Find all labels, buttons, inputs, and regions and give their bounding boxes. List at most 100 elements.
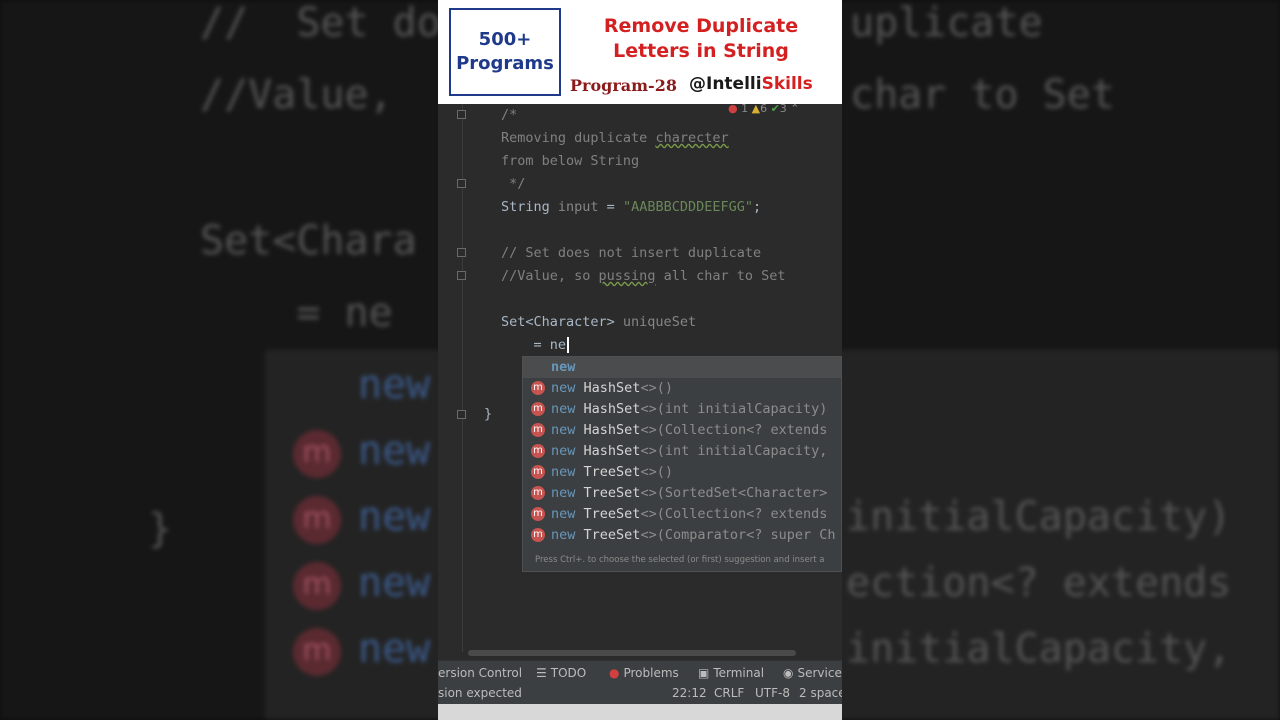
chevron-up-icon[interactable]: ⌃ — [790, 102, 799, 115]
code-line: } — [484, 406, 493, 422]
line-separator[interactable]: CRLF — [714, 686, 744, 700]
completion-item[interactable]: m new HashSet<>() — [523, 378, 841, 399]
code-string: "AABBBCDDDEEFGG" — [622, 199, 753, 215]
completion-params: <>(SortedSet<Character> — [640, 485, 828, 501]
completion-keyword: new — [551, 527, 576, 543]
fold-toggle-icon[interactable] — [457, 179, 466, 188]
tab-services[interactable]: ◉Services — [783, 666, 842, 680]
code-completion-popup[interactable]: new m new HashSet<>() m new HashSet<>(int … — [522, 356, 842, 572]
background-code-line: //Value, — [200, 72, 393, 118]
method-icon: m — [531, 423, 545, 437]
code-line: // Set does not insert duplicate — [501, 245, 762, 261]
title-banner: 500+ Programs Remove Duplicate Letters i… — [438, 0, 842, 104]
typo-word: charecter — [655, 130, 729, 146]
completion-item[interactable]: m new HashSet<>(Collection<? extends — [523, 420, 841, 441]
completion-params: <>(Collection<? extends — [640, 422, 828, 438]
completion-keyword: new — [551, 359, 576, 375]
fold-toggle-icon[interactable] — [457, 248, 466, 257]
code-line-active[interactable]: = ne — [501, 334, 570, 357]
code-semicolon: ; — [752, 199, 762, 215]
background-code-line: Set<Chara — [200, 218, 417, 264]
completion-item[interactable]: m new TreeSet<>(SortedSet<Character> — [523, 483, 841, 504]
background-keyword: new — [358, 428, 431, 474]
completion-keyword: new — [551, 506, 576, 522]
tab-version-control[interactable]: ersion Control — [438, 666, 522, 680]
code-line: String input = "AABBBCDDDEEFGG"; — [501, 196, 761, 219]
completion-item[interactable]: m new HashSet<>(int initialCapacity) — [523, 399, 841, 420]
background-keyword: new — [358, 560, 431, 606]
background-keyword: new — [358, 626, 431, 672]
code-type: String — [501, 199, 558, 215]
code-line: /* — [501, 107, 518, 123]
error-icon: ● — [728, 102, 738, 115]
weak-warning-count: 3 — [779, 102, 787, 115]
method-icon: m — [531, 465, 545, 479]
method-icon: m — [531, 444, 545, 458]
banner-title: Remove Duplicate Letters in String — [572, 14, 830, 64]
code-line: Removing duplicate charecter — [501, 127, 729, 150]
completion-params: <>(int initialCapacity) — [640, 401, 828, 417]
method-icon: m — [531, 381, 545, 395]
horizontal-scrollbar[interactable] — [468, 650, 796, 656]
completion-item[interactable]: new — [523, 357, 841, 378]
background-code-line: uplicate — [850, 0, 1043, 46]
typo-word: pussing — [598, 268, 656, 284]
completion-keyword: new — [551, 485, 576, 501]
check-icon: ✔ — [770, 102, 780, 115]
background-code-line: initialCapacity, — [846, 626, 1232, 672]
badge-label: Programs — [456, 53, 554, 74]
inspection-widget[interactable]: ● 1 ▲6 ✔3 ⌃ — [728, 102, 800, 115]
status-bar: sion expected 22:12 CRLF UTF-8 2 space — [438, 684, 842, 704]
completion-class: HashSet — [583, 380, 641, 396]
handle-prefix: @Intelli — [689, 74, 762, 94]
file-encoding[interactable]: UTF-8 — [755, 686, 790, 700]
completion-class: HashSet — [583, 443, 641, 459]
fold-toggle-icon[interactable] — [457, 410, 466, 419]
completion-class: TreeSet — [583, 506, 641, 522]
code-type: Set<Character> — [501, 314, 623, 330]
text-caret — [567, 337, 570, 353]
error-icon: ● — [609, 666, 620, 680]
background-method-icon: m — [293, 496, 341, 544]
code-line: */ — [501, 176, 526, 192]
completion-item[interactable]: m new TreeSet<>(Collection<? extends — [523, 504, 841, 525]
completion-keyword: new — [551, 401, 576, 417]
background-keyword: new — [358, 494, 431, 540]
background-method-icon: m — [293, 430, 341, 478]
bottom-strip — [438, 704, 842, 720]
background-brace: } — [148, 506, 173, 552]
indent-setting[interactable]: 2 space — [799, 686, 842, 700]
warning-count: 6 — [760, 102, 768, 115]
completion-keyword: new — [551, 443, 576, 459]
method-icon: m — [531, 402, 545, 416]
fold-toggle-icon[interactable] — [457, 271, 466, 280]
completion-params: <>() — [640, 464, 673, 480]
background-code-line: = ne — [200, 290, 393, 336]
background-code-line: // Set do — [200, 0, 441, 46]
caret-position[interactable]: 22:12 — [672, 686, 707, 700]
list-icon: ☰ — [536, 666, 547, 680]
code-text: all char to Set — [655, 268, 786, 284]
background-code-line: ection<? extends — [846, 560, 1232, 606]
tab-todo[interactable]: ☰ TODO — [536, 666, 586, 680]
code-text: = ne — [501, 337, 567, 353]
code-operator: = — [598, 199, 623, 215]
fold-toggle-icon[interactable] — [457, 110, 466, 119]
tab-label: TODO — [550, 666, 587, 680]
completion-params: <>() — [640, 380, 673, 396]
completion-class: TreeSet — [583, 527, 641, 543]
error-count: 1 — [741, 102, 749, 115]
programs-badge: 500+ Programs — [449, 8, 561, 96]
background-code-line: initialCapacity) — [846, 494, 1232, 540]
tab-label: Terminal — [713, 666, 765, 680]
banner-title-line: Remove Duplicate — [603, 15, 799, 37]
tab-terminal[interactable]: ▣ Terminal — [698, 666, 764, 680]
tab-problems[interactable]: ● Problems — [609, 666, 679, 680]
ide-frame: 500+ Programs Remove Duplicate Letters i… — [438, 0, 842, 720]
completion-item[interactable]: m new TreeSet<>(Comparator<? super Ch — [523, 525, 841, 546]
completion-item[interactable]: m new HashSet<>(int initialCapacity, — [523, 441, 841, 462]
code-line: from below String — [501, 153, 640, 169]
code-variable: uniqueSet — [622, 314, 697, 330]
completion-item[interactable]: m new TreeSet<>() — [523, 462, 841, 483]
status-message: sion expected — [438, 686, 522, 700]
